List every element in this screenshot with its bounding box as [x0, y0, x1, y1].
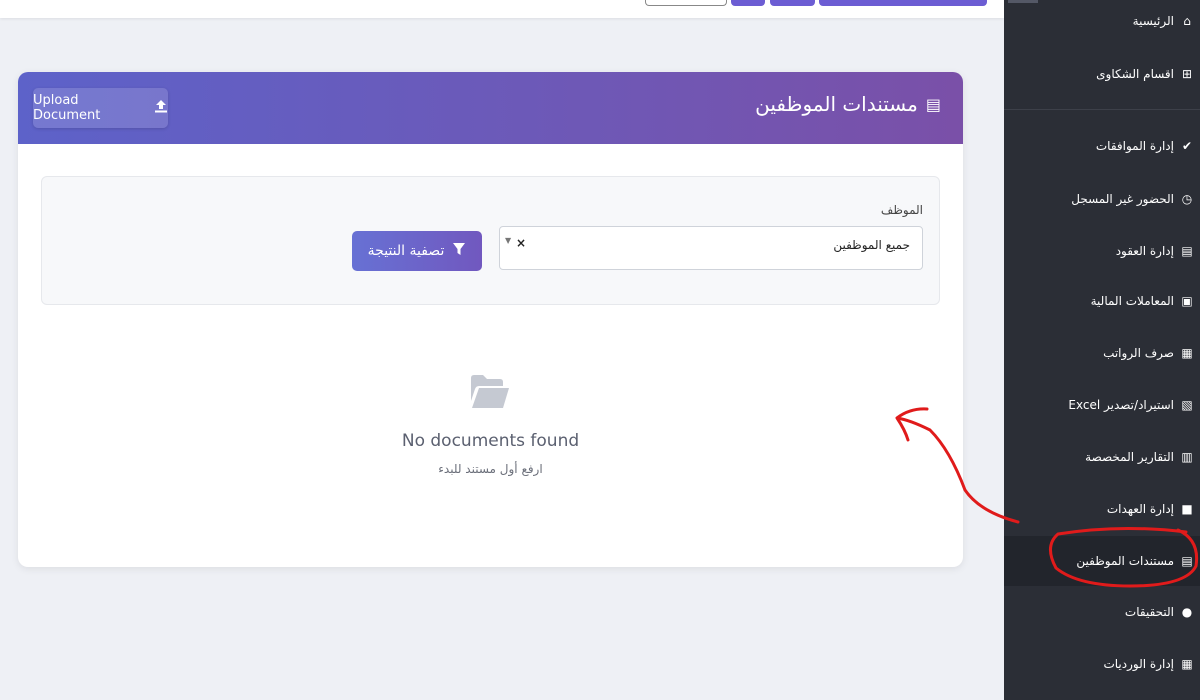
wallet-icon: ▦ [1181, 346, 1193, 360]
filter-icon [452, 242, 466, 260]
chevron-down-icon[interactable]: ▼ [505, 236, 511, 245]
sidebar-item-financial-transactions[interactable]: ▣ المعاملات المالية [1004, 286, 1200, 316]
excel-icon: ▧ [1181, 398, 1193, 412]
top-bar [0, 0, 1004, 18]
sidebar-item-label: إدارة العهدات [1106, 502, 1174, 516]
upload-button-label: Upload Document [33, 93, 101, 123]
filter-button-label: تصفية النتيجة [367, 243, 445, 259]
sidebar-item-complaint-departments[interactable]: ⊞ اقسام الشكاوى [1004, 59, 1200, 89]
sidebar-item-label: المعاملات المالية [1090, 294, 1174, 308]
sidebar-item-shifts[interactable]: ▦ إدارة الورديات [1004, 649, 1200, 679]
topbar-primary-button[interactable] [819, 0, 987, 6]
sidebar-item-label: مستندات الموظفين [1076, 554, 1174, 568]
sidebar-item-contracts[interactable]: ▤ إدارة العقود [1004, 236, 1200, 266]
sidebar-item-approvals[interactable]: ✔ إدارة الموافقات [1004, 131, 1200, 161]
documents-card: ▤ مستندات الموظفين Upload Document الموظ… [18, 72, 963, 567]
sidebar-item-excel-import-export[interactable]: ▧ استيراد/تصدير Excel [1004, 390, 1200, 420]
folder-open-icon [470, 374, 510, 410]
sidebar-item-unrecorded-attendance[interactable]: ◷ الحضور غير المسجل [1004, 184, 1200, 214]
sidebar-item-label: استيراد/تصدير Excel [1068, 398, 1174, 412]
check-circle-icon: ✔ [1181, 139, 1193, 153]
empty-state-title: No documents found [401, 431, 580, 451]
page-title: ▤ مستندات الموظفين [755, 92, 941, 116]
document-icon: ▤ [1181, 554, 1193, 568]
sidebar-item-label: التحقيقات [1124, 605, 1174, 619]
upload-icon [154, 99, 168, 117]
sidebar-item-label: الرئيسية [1132, 14, 1174, 28]
sidebar-item-payroll[interactable]: ▦ صرف الرواتب [1004, 338, 1200, 368]
sidebar-item-label: إدارة الورديات [1103, 657, 1174, 671]
comments-icon: ● [1181, 605, 1193, 619]
clock-icon: ◷ [1181, 192, 1193, 206]
filter-panel: الموظف جميع الموظفين × ▼ تصفية النتيجة [41, 176, 940, 305]
sitemap-icon: ⊞ [1181, 67, 1193, 81]
topbar-outline-button[interactable] [645, 0, 727, 6]
topbar-button-2[interactable] [770, 0, 815, 6]
employee-select-value: جميع الموظفين [833, 238, 910, 252]
box-icon: ■ [1181, 502, 1193, 516]
clear-selection-icon[interactable]: × [516, 236, 526, 250]
empty-state-subtitle: ارفع أول مستند للبدء [438, 462, 543, 476]
sidebar-item-label: الحضور غير المسجل [1071, 192, 1174, 206]
sidebar-item-label: اقسام الشكاوى [1096, 67, 1174, 81]
upload-document-button[interactable]: Upload Document [33, 88, 168, 128]
employee-select[interactable]: جميع الموظفين × ▼ [499, 226, 923, 270]
home-icon: ⌂ [1183, 14, 1191, 28]
sidebar-item-investigations[interactable]: ● التحقيقات [1004, 597, 1200, 627]
sidebar-item-label: صرف الرواتب [1103, 346, 1174, 360]
page-title-text: مستندات الموظفين [755, 92, 918, 116]
filter-results-button[interactable]: تصفية النتيجة [352, 231, 482, 271]
employee-filter-label: الموظف [880, 203, 923, 217]
file-icon: ▤ [1181, 244, 1193, 258]
sidebar-top-indicator [1008, 0, 1038, 3]
money-icon: ▣ [1181, 294, 1193, 308]
sidebar-item-employee-documents[interactable]: ▤ مستندات الموظفين [1004, 536, 1200, 586]
sidebar-item-custom-reports[interactable]: ▥ التقارير المخصصة [1004, 442, 1200, 472]
sidebar-item-custody[interactable]: ■ إدارة العهدات [1004, 494, 1200, 524]
sidebar-item-home[interactable]: ⌂ الرئيسية [1004, 6, 1200, 36]
sidebar-item-label: إدارة العقود [1115, 244, 1174, 258]
sidebar: ⌂ الرئيسية ⊞ اقسام الشكاوى ✔ إدارة الموا… [1004, 0, 1200, 700]
topbar-button-1[interactable] [731, 0, 765, 6]
card-header: ▤ مستندات الموظفين Upload Document [18, 72, 963, 144]
chart-icon: ▥ [1181, 450, 1193, 464]
sidebar-divider [1004, 109, 1200, 110]
file-icon: ▤ [925, 94, 941, 114]
sidebar-item-label: إدارة الموافقات [1095, 139, 1174, 153]
sidebar-item-label: التقارير المخصصة [1085, 450, 1174, 464]
calendar-icon: ▦ [1181, 657, 1193, 671]
